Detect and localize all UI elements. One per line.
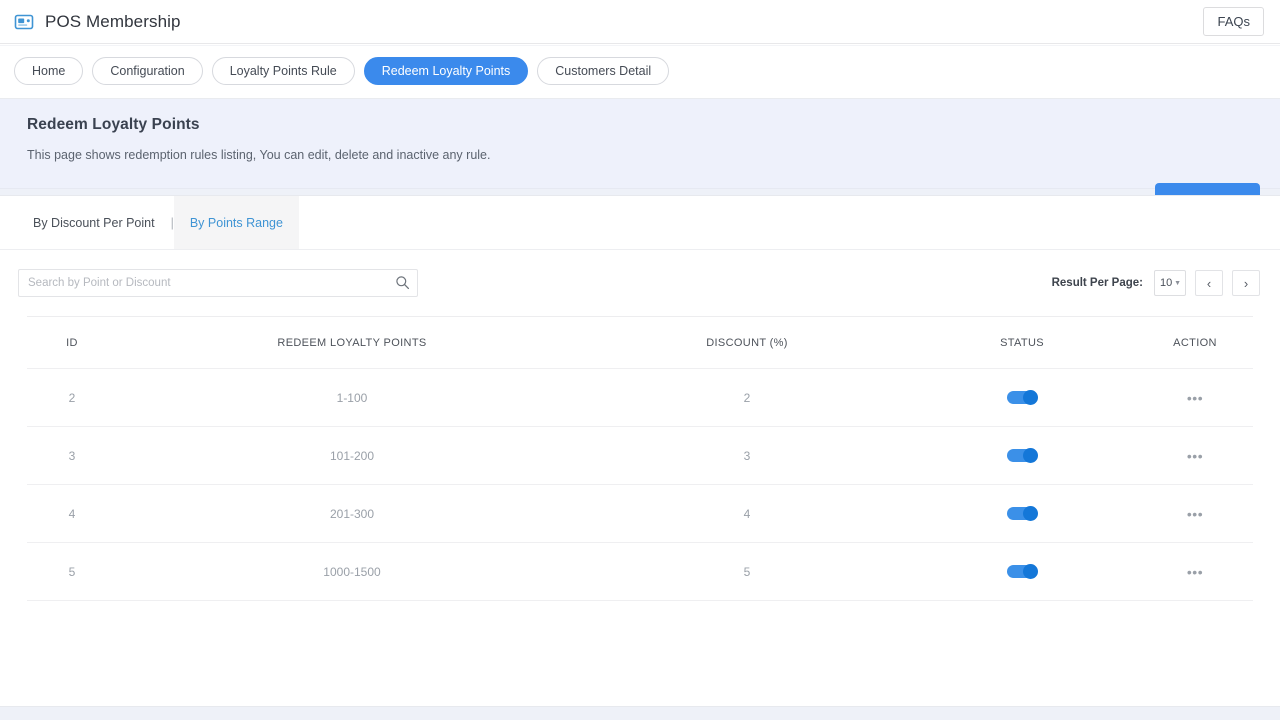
sub-tabs: By Discount Per Point | By Points Range xyxy=(0,196,1280,250)
toggle-knob xyxy=(1023,390,1038,405)
nav-tab-configuration[interactable]: Configuration xyxy=(92,57,203,85)
cell-id: 5 xyxy=(68,564,76,579)
faqs-button[interactable]: FAQs xyxy=(1203,7,1264,36)
status-toggle[interactable] xyxy=(1007,448,1038,463)
cell-action: ••• xyxy=(1137,565,1253,579)
table-row: 5 1000-1500 5 ••• xyxy=(27,543,1253,601)
chevron-down-icon: ▼ xyxy=(1174,279,1181,287)
more-options-icon[interactable]: ••• xyxy=(1187,565,1203,579)
cell-discount: 3 xyxy=(743,448,751,463)
cell-action: ••• xyxy=(1137,391,1253,405)
cell-status xyxy=(907,390,1137,405)
column-header-action: ACTION xyxy=(1173,336,1217,349)
cell-discount: 2 xyxy=(743,390,751,405)
page-title-band: Redeem Loyalty Points This page shows re… xyxy=(0,99,1280,217)
cell-action: ••• xyxy=(1137,507,1253,521)
status-toggle[interactable] xyxy=(1007,564,1038,579)
nav-tab-home[interactable]: Home xyxy=(14,57,84,85)
page-description: This page shows redemption rules listing… xyxy=(27,148,491,162)
cell-status xyxy=(907,448,1137,463)
brand: POS Membership xyxy=(14,12,181,32)
next-page-button[interactable]: › xyxy=(1232,270,1260,296)
table-row: 4 201-300 4 ••• xyxy=(27,485,1253,543)
column-header-discount: DISCOUNT (%) xyxy=(706,336,788,349)
result-per-page-value: 10 xyxy=(1160,277,1173,289)
subtab-by-points-range[interactable]: By Points Range xyxy=(173,196,299,249)
result-per-page-select[interactable]: 10 ▼ xyxy=(1154,270,1186,296)
cell-status xyxy=(907,506,1137,521)
column-header-status: STATUS xyxy=(1000,336,1044,349)
cell-id: 4 xyxy=(68,506,76,521)
status-toggle[interactable] xyxy=(1007,506,1038,521)
nav-tab-redeem-loyalty-points[interactable]: Redeem Loyalty Points xyxy=(363,57,529,85)
nav-tab-customers-detail[interactable]: Customers Detail xyxy=(537,57,670,85)
search-box xyxy=(18,269,418,297)
page-title: Redeem Loyalty Points xyxy=(27,116,200,133)
table-header-row: ID REDEEM LOYALTY POINTS DISCOUNT (%) ST… xyxy=(27,317,1253,369)
nav-tab-loyalty-points-rule[interactable]: Loyalty Points Rule xyxy=(211,57,355,85)
table-row: 3 101-200 3 ••• xyxy=(27,427,1253,485)
cell-points: 101-200 xyxy=(329,448,375,463)
more-options-icon[interactable]: ••• xyxy=(1187,507,1203,521)
app-root: POS Membership FAQs Home Configuration L… xyxy=(0,0,1280,720)
status-toggle[interactable] xyxy=(1007,390,1038,405)
cell-id: 2 xyxy=(68,390,76,405)
cell-status xyxy=(907,564,1137,579)
cell-id: 3 xyxy=(68,448,76,463)
top-header-bar: POS Membership FAQs xyxy=(0,0,1280,44)
rules-table: ID REDEEM LOYALTY POINTS DISCOUNT (%) ST… xyxy=(27,316,1253,601)
more-options-icon[interactable]: ••• xyxy=(1187,449,1203,463)
cell-discount: 5 xyxy=(743,564,751,579)
app-title: POS Membership xyxy=(45,11,181,31)
cell-points: 201-300 xyxy=(329,506,375,521)
more-options-icon[interactable]: ••• xyxy=(1187,391,1203,405)
prev-page-button[interactable]: ‹ xyxy=(1195,270,1223,296)
table-row: 2 1-100 2 ••• xyxy=(27,369,1253,427)
toggle-knob xyxy=(1023,448,1038,463)
cell-points: 1-100 xyxy=(336,390,368,405)
subtab-by-discount-per-point[interactable]: By Discount Per Point xyxy=(17,196,171,249)
search-input[interactable] xyxy=(18,269,418,297)
cell-action: ••• xyxy=(1137,449,1253,463)
content-card: By Discount Per Point | By Points Range … xyxy=(0,195,1280,707)
column-header-id: ID xyxy=(66,336,78,349)
cell-points: 1000-1500 xyxy=(323,564,381,579)
pagination-controls: Result Per Page: 10 ▼ ‹ › xyxy=(1052,270,1260,296)
column-header-points: REDEEM LOYALTY POINTS xyxy=(277,336,427,349)
toggle-knob xyxy=(1023,564,1038,579)
main-nav-tabs: Home Configuration Loyalty Points Rule R… xyxy=(0,44,1280,99)
result-per-page-label: Result Per Page: xyxy=(1051,277,1143,289)
table-toolbar: Result Per Page: 10 ▼ ‹ › xyxy=(0,250,1280,316)
toggle-knob xyxy=(1023,506,1038,521)
id-card-icon xyxy=(14,12,34,32)
cell-discount: 4 xyxy=(743,506,751,521)
